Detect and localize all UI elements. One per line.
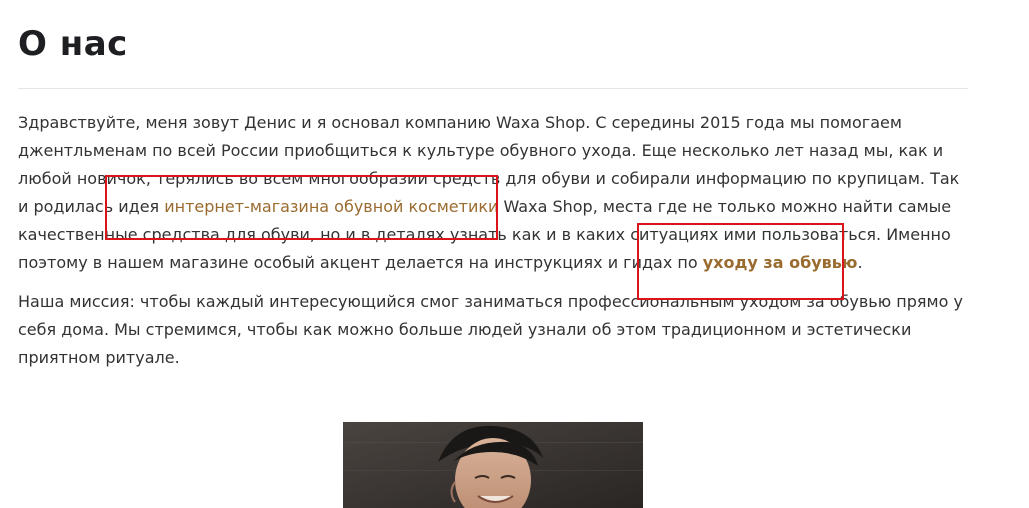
founder-photo-illustration [343,422,643,508]
page-title: О нас [18,24,128,64]
shoe-care-link[interactable]: уходу за обувью [703,253,858,272]
title-divider [18,88,968,89]
paragraph-1-text-end: . [857,253,863,272]
about-content: Здравствуйте, меня зовут Денис и я основ… [18,109,968,372]
founder-photo [343,422,643,508]
shoe-cosmetics-store-link[interactable]: интернет-магазина обувной косметики [164,197,498,216]
about-paragraph-2: Наша миссия: чтобы каждый интересующийся… [18,292,963,367]
about-paragraph-1: Здравствуйте, меня зовут Денис и я основ… [18,109,968,277]
